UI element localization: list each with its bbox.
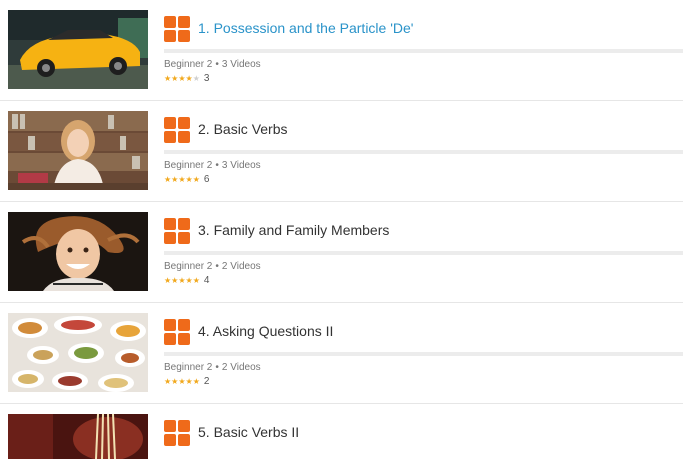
- lesson-meta: Beginner 2 • 2 Videos: [164, 261, 261, 272]
- noodles-image: [8, 414, 148, 459]
- star-filled-icon: ★: [171, 275, 179, 285]
- lesson-rating: ★ ★ ★ ★ ★ 2: [164, 376, 209, 387]
- lesson-level: Beginner 2: [164, 59, 213, 70]
- star-filled-icon: ★: [178, 275, 186, 285]
- lesson-row[interactable]: 1. Possession and the Particle 'De' Begi…: [0, 0, 683, 101]
- lesson-title[interactable]: 2. Basic Verbs: [198, 121, 288, 137]
- star-rating: ★ ★ ★ ★ ★: [164, 377, 200, 387]
- lesson-grid-icon: [164, 218, 190, 244]
- lesson-title[interactable]: 1. Possession and the Particle 'De': [198, 20, 413, 36]
- girl-bookshelf-image: [8, 111, 148, 190]
- star-filled-icon: ★: [178, 174, 186, 184]
- lesson-row[interactable]: 4. Asking Questions II Beginner 2 • 2 Vide…: [0, 303, 683, 404]
- star-filled-icon: ★: [185, 174, 193, 184]
- rating-count: 2: [203, 376, 210, 387]
- lesson-meta: Beginner 2 • 3 Videos: [164, 59, 261, 70]
- lesson-grid-icon: [164, 16, 190, 42]
- lesson-row[interactable]: 2. Basic Verbs Beginner 2 • 3 Videos ★ ★ ★ ★ ★…: [0, 101, 683, 202]
- star-filled-icon: ★: [185, 376, 193, 386]
- star-rating: ★ ★ ★ ★ ★: [164, 74, 200, 84]
- progress-bar: [164, 49, 683, 53]
- star-empty-icon: ★: [192, 73, 200, 83]
- star-filled-icon: ★: [192, 174, 200, 184]
- lesson-level: Beginner 2: [164, 362, 213, 373]
- lesson-thumbnail[interactable]: [8, 414, 148, 459]
- lesson-title[interactable]: 4. Asking Questions II: [198, 323, 333, 339]
- lesson-row[interactable]: 5. Basic Verbs II: [0, 404, 683, 459]
- star-filled-icon: ★: [178, 73, 186, 83]
- star-filled-icon: ★: [185, 73, 193, 83]
- lesson-grid-icon: [164, 117, 190, 143]
- lesson-video-count: 2 Videos: [221, 261, 261, 272]
- lesson-meta: Beginner 2 • 2 Videos: [164, 362, 261, 373]
- lesson-video-count: 3 Videos: [221, 59, 261, 70]
- star-filled-icon: ★: [164, 174, 172, 184]
- rating-count: 3: [203, 73, 210, 84]
- progress-bar: [164, 352, 683, 356]
- lesson-video-count: 3 Videos: [221, 160, 261, 171]
- lesson-title[interactable]: 5. Basic Verbs II: [198, 424, 299, 440]
- smiling-child-image: [8, 212, 148, 291]
- sports-car-image: [8, 10, 148, 89]
- star-filled-icon: ★: [171, 174, 179, 184]
- lesson-thumbnail[interactable]: [8, 212, 148, 291]
- lesson-grid-icon: [164, 420, 190, 446]
- star-filled-icon: ★: [192, 376, 200, 386]
- star-filled-icon: ★: [178, 376, 186, 386]
- progress-bar: [164, 150, 683, 154]
- lesson-thumbnail[interactable]: [8, 111, 148, 190]
- dishes-table-image: [8, 313, 148, 392]
- lesson-thumbnail[interactable]: [8, 10, 148, 89]
- star-filled-icon: ★: [171, 73, 179, 83]
- star-rating: ★ ★ ★ ★ ★: [164, 276, 200, 286]
- lesson-title[interactable]: 3. Family and Family Members: [198, 222, 389, 238]
- star-filled-icon: ★: [164, 376, 172, 386]
- star-filled-icon: ★: [164, 73, 172, 83]
- lesson-video-count: 2 Videos: [221, 362, 261, 373]
- star-filled-icon: ★: [171, 376, 179, 386]
- lesson-row[interactable]: 3. Family and Family Members Beginner 2 •…: [0, 202, 683, 303]
- rating-count: 6: [203, 174, 210, 185]
- star-filled-icon: ★: [164, 275, 172, 285]
- star-rating: ★ ★ ★ ★ ★: [164, 175, 200, 185]
- lesson-grid-icon: [164, 319, 190, 345]
- lesson-thumbnail[interactable]: [8, 313, 148, 392]
- star-filled-icon: ★: [192, 275, 200, 285]
- lesson-meta: Beginner 2 • 3 Videos: [164, 160, 261, 171]
- lesson-rating: ★ ★ ★ ★ ★ 4: [164, 275, 209, 286]
- star-filled-icon: ★: [185, 275, 193, 285]
- progress-bar: [164, 251, 683, 255]
- lesson-level: Beginner 2: [164, 160, 213, 171]
- lesson-rating: ★ ★ ★ ★ ★ 6: [164, 174, 209, 185]
- lesson-rating: ★ ★ ★ ★ ★ 3: [164, 73, 209, 84]
- rating-count: 4: [203, 275, 210, 286]
- lesson-level: Beginner 2: [164, 261, 213, 272]
